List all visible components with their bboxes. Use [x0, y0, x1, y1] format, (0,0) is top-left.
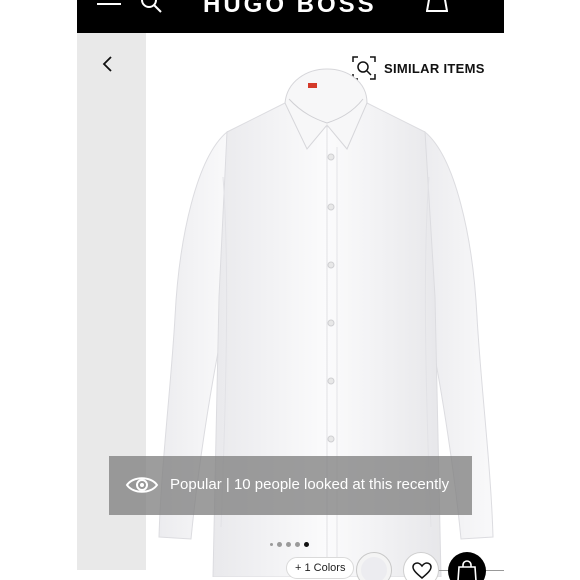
- pagination-dot[interactable]: [286, 542, 291, 547]
- search-icon[interactable]: [139, 0, 163, 14]
- eye-icon: [125, 477, 159, 493]
- image-pagination: [270, 542, 309, 547]
- popular-title: Popular: [170, 476, 222, 493]
- popular-separator: |: [221, 476, 234, 493]
- wishlist-button[interactable]: [403, 552, 439, 580]
- popular-banner: Popular | 10 people looked at this recen…: [109, 456, 472, 515]
- chevron-left-icon[interactable]: [99, 55, 117, 73]
- product-gallery[interactable]: SIMILAR ITEMS Popular | 10 people looked…: [77, 33, 504, 580]
- shopping-bag-icon[interactable]: [426, 0, 448, 12]
- screen: HUGO BOSS SIMILAR ITEMS Popular | 10 peo…: [0, 0, 580, 580]
- pagination-dot[interactable]: [270, 543, 273, 546]
- menu-icon[interactable]: [97, 0, 121, 10]
- pagination-dot-active[interactable]: [304, 542, 309, 547]
- more-colors-button[interactable]: + 1 Colors: [286, 557, 355, 579]
- heart-icon: [412, 562, 432, 579]
- popular-message: 10 people looked at this recently: [233, 476, 450, 493]
- pagination-dot[interactable]: [295, 542, 300, 547]
- popular-text: Popular | 10 people looked at this recen…: [170, 476, 449, 493]
- brand-logo[interactable]: HUGO BOSS: [203, 0, 377, 19]
- color-swatch-white[interactable]: [356, 552, 392, 580]
- shopping-bag-icon: [457, 560, 477, 580]
- product-page: HUGO BOSS SIMILAR ITEMS Popular | 10 peo…: [77, 0, 504, 580]
- top-header: HUGO BOSS: [77, 0, 504, 33]
- pagination-dot[interactable]: [277, 542, 282, 547]
- color-swatch-fill: [361, 557, 387, 580]
